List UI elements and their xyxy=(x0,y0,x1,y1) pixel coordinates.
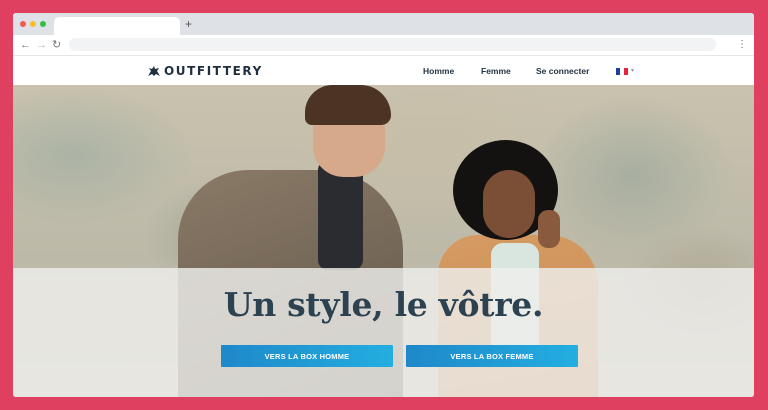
browser-window: + ← → ↻ ⋮ OUTFITTERY Homme Femme Se conn… xyxy=(13,13,754,397)
new-tab-button[interactable]: + xyxy=(185,16,192,32)
nav-homme[interactable]: Homme xyxy=(423,65,454,77)
vertical-dots-icon[interactable]: ⋮ xyxy=(737,37,747,53)
logo[interactable]: OUTFITTERY xyxy=(147,63,263,79)
close-window-button[interactable] xyxy=(20,21,26,27)
hero-photo-man-hair xyxy=(305,85,391,125)
arrow-left-icon[interactable]: ← xyxy=(20,37,31,53)
hero-headline: Un style, le vôtre. xyxy=(223,285,544,324)
reload-icon[interactable]: ↻ xyxy=(52,37,61,53)
nav-login[interactable]: Se connecter xyxy=(536,65,589,77)
box-femme-button[interactable]: VERS LA BOX FEMME xyxy=(406,345,578,367)
nav-femme[interactable]: Femme xyxy=(481,65,511,77)
logo-horse-icon xyxy=(148,66,160,76)
minimize-window-button[interactable] xyxy=(30,21,36,27)
maximize-window-button[interactable] xyxy=(40,21,46,27)
hero-photo-woman-hand xyxy=(538,210,560,248)
site-header: OUTFITTERY Homme Femme Se connecter ▾ xyxy=(13,56,754,85)
hero-section: Un style, le vôtre. VERS LA BOX HOMME VE… xyxy=(13,85,754,397)
arrow-right-icon[interactable]: → xyxy=(36,37,47,53)
address-bar[interactable] xyxy=(69,38,716,51)
tab-bar: + xyxy=(13,13,754,35)
logo-text: OUTFITTERY xyxy=(164,64,263,78)
hero-photo-woman-face xyxy=(483,170,535,238)
browser-toolbar: ← → ↻ ⋮ xyxy=(13,35,754,56)
box-homme-button[interactable]: VERS LA BOX HOMME xyxy=(221,345,393,367)
french-flag-icon[interactable] xyxy=(616,68,628,75)
chevron-down-icon[interactable]: ▾ xyxy=(631,65,634,77)
active-tab[interactable] xyxy=(54,17,180,35)
